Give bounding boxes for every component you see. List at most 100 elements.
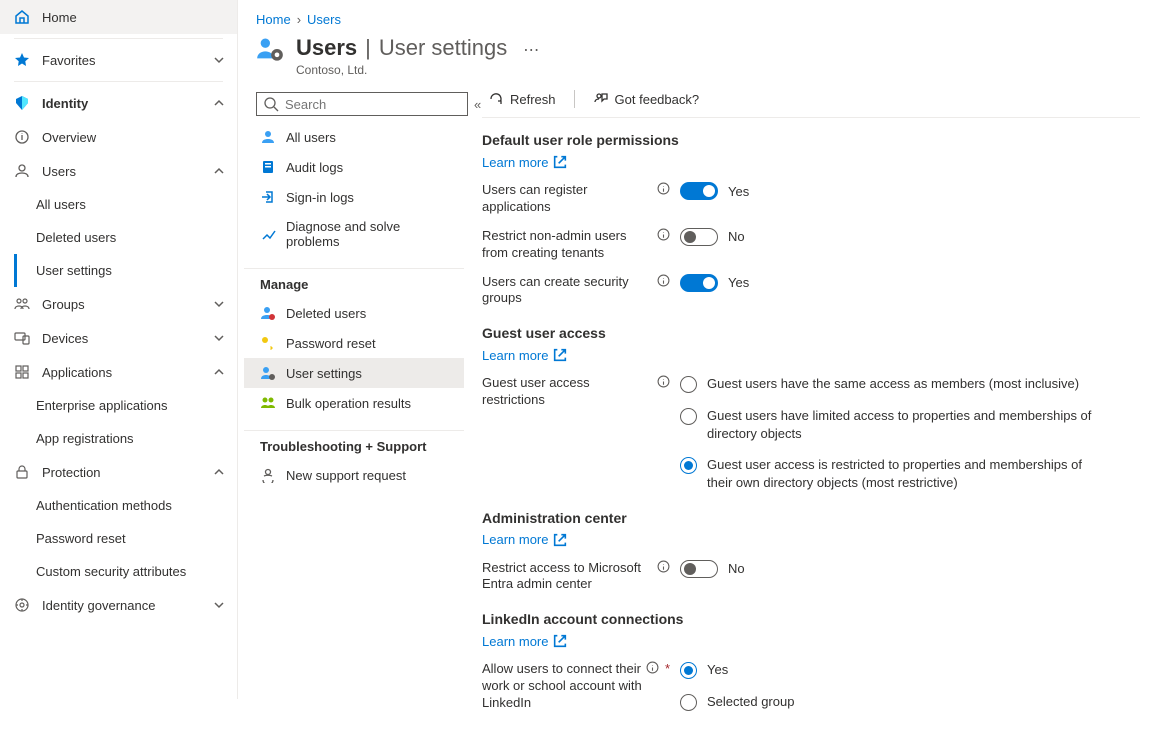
nav-auth-methods-label: Authentication methods: [36, 498, 172, 513]
nav-password-reset[interactable]: Password reset: [0, 522, 237, 555]
nav-custom-security[interactable]: Custom security attributes: [0, 555, 237, 588]
chevron-up-icon: [213, 366, 225, 378]
restrict-tenants-toggle[interactable]: [680, 228, 718, 246]
restrict-tenants-value: No: [728, 229, 745, 244]
menu-signin-logs[interactable]: Sign-in logs: [244, 182, 464, 212]
breadcrumb-separator: ›: [297, 12, 301, 27]
nav-identity-label: Identity: [42, 96, 88, 111]
guest-radio-2[interactable]: [680, 408, 697, 425]
security-groups-toggle[interactable]: [680, 274, 718, 292]
nav-favorites[interactable]: Favorites: [0, 43, 237, 77]
key-icon: [260, 335, 276, 351]
external-link-icon: [552, 633, 568, 649]
section-default-role-title: Default user role permissions: [482, 132, 1140, 148]
nav-applications[interactable]: Applications: [0, 355, 237, 389]
menu-new-support-label: New support request: [286, 468, 406, 483]
info-icon[interactable]: [657, 182, 670, 195]
chevron-up-icon: [213, 165, 225, 177]
menu-password-reset-label: Password reset: [286, 336, 376, 351]
menu-diagnose[interactable]: Diagnose and solve problems: [244, 212, 464, 256]
linkedin-radio-selected[interactable]: [680, 694, 697, 711]
settings-content: Default user role permissions Learn more…: [482, 118, 1158, 752]
nav-app-registrations[interactable]: App registrations: [0, 422, 237, 455]
refresh-button[interactable]: Refresh: [482, 89, 562, 109]
nav-identity[interactable]: Identity: [0, 86, 237, 120]
nav-devices[interactable]: Devices: [0, 321, 237, 355]
nav-groups[interactable]: Groups: [0, 287, 237, 321]
learn-more-linkedin[interactable]: Learn more: [482, 633, 568, 649]
chevron-down-icon: [213, 298, 225, 310]
menu-all-users[interactable]: All users: [244, 122, 464, 152]
info-icon[interactable]: [657, 274, 670, 287]
external-link-icon: [552, 347, 568, 363]
nav-users[interactable]: Users: [0, 154, 237, 188]
support-icon: [260, 467, 276, 483]
external-link-icon: [552, 532, 568, 548]
linkedin-radio-selected-label: Selected group: [707, 693, 794, 711]
nav-all-users-label: All users: [36, 197, 86, 212]
guest-radio-2-label: Guest users have limited access to prope…: [707, 407, 1107, 442]
menu-user-settings[interactable]: User settings: [244, 358, 464, 388]
menu-new-support[interactable]: New support request: [244, 460, 464, 490]
groups-icon: [14, 296, 30, 312]
menu-password-reset[interactable]: Password reset: [244, 328, 464, 358]
register-apps-toggle[interactable]: [680, 182, 718, 200]
search-icon: [263, 96, 279, 112]
learn-more-admin[interactable]: Learn more: [482, 532, 568, 548]
nav-user-settings[interactable]: User settings: [0, 254, 237, 287]
learn-more-default-role[interactable]: Learn more: [482, 154, 568, 170]
section-linkedin-title: LinkedIn account connections: [482, 611, 1140, 627]
info-icon[interactable]: [646, 661, 659, 674]
security-groups-label: Users can create security groups: [482, 274, 653, 308]
chevron-up-icon: [213, 466, 225, 478]
menu-deleted-users[interactable]: Deleted users: [244, 298, 464, 328]
nav-deleted-users[interactable]: Deleted users: [0, 221, 237, 254]
nav-divider: [14, 81, 223, 82]
nav-all-users[interactable]: All users: [0, 188, 237, 221]
identity-icon: [14, 95, 30, 111]
restrict-admin-value: No: [728, 561, 745, 576]
devices-icon: [14, 330, 30, 346]
command-divider: [574, 90, 575, 108]
user-settings-icon: [260, 365, 276, 381]
info-icon[interactable]: [657, 560, 670, 573]
command-bar: Refresh Got feedback?: [482, 83, 1140, 118]
learn-more-label: Learn more: [482, 348, 548, 363]
info-icon[interactable]: [657, 228, 670, 241]
refresh-label: Refresh: [510, 92, 556, 107]
restrict-admin-toggle[interactable]: [680, 560, 718, 578]
guest-radio-1[interactable]: [680, 376, 697, 393]
menu-audit-logs[interactable]: Audit logs: [244, 152, 464, 182]
linkedin-radio-yes[interactable]: [680, 662, 697, 679]
security-groups-value: Yes: [728, 275, 749, 290]
breadcrumb: Home › Users: [238, 0, 1158, 33]
nav-home[interactable]: Home: [0, 0, 237, 34]
chevron-down-icon: [213, 54, 225, 66]
nav-protection[interactable]: Protection: [0, 455, 237, 489]
learn-more-guest[interactable]: Learn more: [482, 347, 568, 363]
nav-app-registrations-label: App registrations: [36, 431, 134, 446]
user-icon: [14, 163, 30, 179]
search-box[interactable]: [256, 92, 468, 116]
more-actions-button[interactable]: ⋯: [523, 40, 539, 60]
breadcrumb-users[interactable]: Users: [307, 12, 341, 27]
nav-enterprise-apps[interactable]: Enterprise applications: [0, 389, 237, 422]
nav-overview[interactable]: Overview: [0, 120, 237, 154]
collapse-menu-button[interactable]: «: [474, 97, 481, 112]
page-title-bold: Users: [296, 35, 357, 61]
menu-manage-header: Manage: [244, 268, 464, 298]
nav-favorites-label: Favorites: [42, 53, 95, 68]
log-icon: [260, 159, 276, 175]
learn-more-label: Learn more: [482, 532, 548, 547]
nav-auth-methods[interactable]: Authentication methods: [0, 489, 237, 522]
menu-bulk-ops[interactable]: Bulk operation results: [244, 388, 464, 418]
info-icon: [14, 129, 30, 145]
page-title-light: User settings: [379, 35, 507, 61]
feedback-button[interactable]: Got feedback?: [587, 89, 706, 109]
info-icon[interactable]: [657, 375, 670, 388]
guest-radio-3[interactable]: [680, 457, 697, 474]
menu-signin-logs-label: Sign-in logs: [286, 190, 354, 205]
breadcrumb-home[interactable]: Home: [256, 12, 291, 27]
search-input[interactable]: [285, 97, 461, 112]
nav-identity-governance[interactable]: Identity governance: [0, 588, 237, 622]
